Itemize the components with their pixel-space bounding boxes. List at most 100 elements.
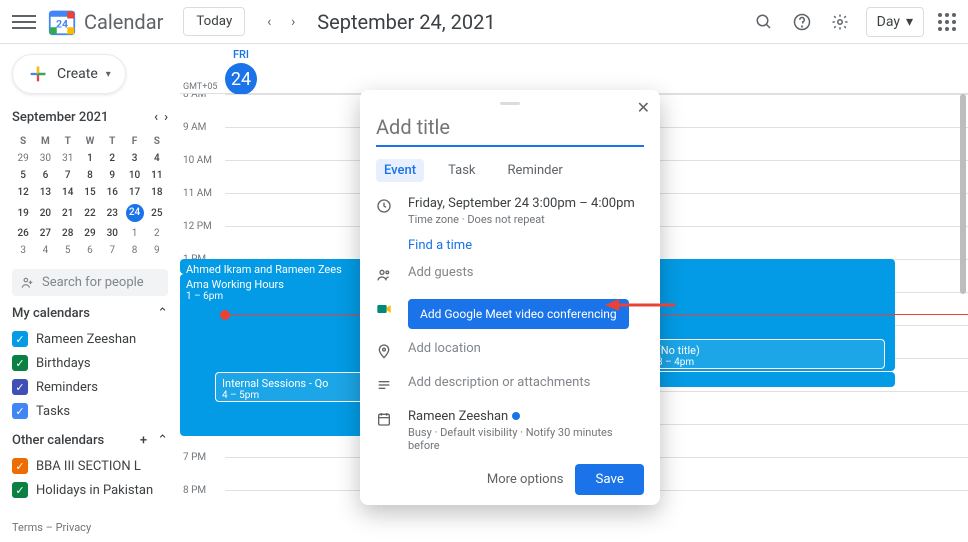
help-icon[interactable] xyxy=(790,10,814,34)
mini-cal-day[interactable]: 4 xyxy=(146,150,168,167)
mini-cal-day[interactable]: 9 xyxy=(101,167,123,184)
mini-cal-day[interactable]: 24 xyxy=(123,201,145,225)
calendar-item[interactable]: ✓ BBA III SECTION L xyxy=(12,454,168,478)
mini-cal-day[interactable]: 15 xyxy=(79,184,101,201)
mini-cal-day[interactable]: 7 xyxy=(101,242,123,259)
mini-cal-day[interactable]: 12 xyxy=(12,184,34,201)
mini-cal-day[interactable]: 28 xyxy=(57,225,79,242)
terms-link[interactable]: Terms xyxy=(12,521,43,534)
other-calendars-header[interactable]: Other calendars +⌃ xyxy=(12,433,168,448)
mini-cal-day[interactable]: 27 xyxy=(34,225,56,242)
mini-cal-day[interactable]: 3 xyxy=(12,242,34,259)
mini-cal-day[interactable]: 31 xyxy=(57,150,79,167)
mini-cal-day[interactable]: 5 xyxy=(12,167,34,184)
mini-cal-day[interactable]: 21 xyxy=(57,201,79,225)
mini-cal-day[interactable]: 30 xyxy=(34,150,56,167)
next-day-button[interactable]: › xyxy=(281,10,305,34)
prev-day-button[interactable]: ‹ xyxy=(257,10,281,34)
mini-cal-day[interactable]: 14 xyxy=(57,184,79,201)
mini-cal-day[interactable]: 1 xyxy=(79,150,101,167)
mini-cal-day[interactable]: 18 xyxy=(146,184,168,201)
tab-reminder[interactable]: Reminder xyxy=(500,159,571,182)
more-options-button[interactable]: More options xyxy=(487,472,564,487)
organizer-info[interactable]: Rameen Zeeshan Busy · Default visibility… xyxy=(408,409,644,452)
calendar-icon xyxy=(376,411,394,431)
calendar-event[interactable]: (No title)3 – 4pm xyxy=(650,339,885,369)
apps-icon[interactable] xyxy=(938,13,956,31)
timezone-label: GMT+05 xyxy=(183,82,217,92)
mini-cal-day[interactable]: 2 xyxy=(146,225,168,242)
add-description[interactable]: Add description or attachments xyxy=(408,375,590,390)
save-button[interactable]: Save xyxy=(575,464,644,495)
scrollbar[interactable] xyxy=(960,94,966,294)
mini-cal-day[interactable]: 26 xyxy=(12,225,34,242)
mini-cal-day[interactable]: 10 xyxy=(123,167,145,184)
mini-cal-day[interactable]: 6 xyxy=(34,167,56,184)
mini-cal-day[interactable]: 29 xyxy=(79,225,101,242)
mini-cal-day[interactable]: 13 xyxy=(34,184,56,201)
calendar-event[interactable] xyxy=(620,372,895,387)
mini-cal-day[interactable]: 7 xyxy=(57,167,79,184)
find-time-link[interactable]: Find a time xyxy=(408,238,644,253)
today-button[interactable]: Today xyxy=(183,7,245,36)
header-date: September 24, 2021 xyxy=(317,10,495,34)
calendar-item[interactable]: ✓ Holidays in Pakistan xyxy=(12,478,168,502)
view-selector[interactable]: Day▾ xyxy=(866,7,924,37)
mini-cal-day[interactable]: 23 xyxy=(101,201,123,225)
my-calendars-header[interactable]: My calendars⌃ xyxy=(12,306,168,321)
calendar-item[interactable]: ✓ Birthdays xyxy=(12,351,168,375)
mini-cal-day[interactable]: 25 xyxy=(146,201,168,225)
mini-prev-month[interactable]: ‹ xyxy=(154,110,158,125)
checkbox-icon[interactable]: ✓ xyxy=(12,379,28,395)
mini-cal-day[interactable]: 30 xyxy=(101,225,123,242)
search-people-input[interactable]: Search for people xyxy=(12,269,168,296)
tab-task[interactable]: Task xyxy=(440,159,483,182)
create-button[interactable]: Create ▾ xyxy=(12,54,126,94)
mini-cal-day[interactable]: 4 xyxy=(34,242,56,259)
drag-handle-icon[interactable] xyxy=(500,102,520,105)
chevron-up-icon: ⌃ xyxy=(157,306,168,321)
calendar-item[interactable]: ✓ Reminders xyxy=(12,375,168,399)
mini-cal-day[interactable]: 9 xyxy=(146,242,168,259)
mini-cal-day[interactable]: 20 xyxy=(34,201,56,225)
mini-cal-day[interactable]: 2 xyxy=(101,150,123,167)
checkbox-icon[interactable]: ✓ xyxy=(12,458,28,474)
add-guests[interactable]: Add guests xyxy=(408,265,473,280)
event-title-input[interactable] xyxy=(376,109,644,147)
header-bar: 24 Calendar Today ‹ › September 24, 2021… xyxy=(0,0,968,44)
mini-cal-day[interactable]: 8 xyxy=(123,242,145,259)
gear-icon[interactable] xyxy=(828,10,852,34)
mini-cal-day[interactable]: 22 xyxy=(79,201,101,225)
mini-cal-day[interactable]: 16 xyxy=(101,184,123,201)
mini-cal-day[interactable]: 11 xyxy=(146,167,168,184)
day-number[interactable]: 24 xyxy=(225,63,257,95)
checkbox-icon[interactable]: ✓ xyxy=(12,482,28,498)
checkbox-icon[interactable]: ✓ xyxy=(12,403,28,419)
checkbox-icon[interactable]: ✓ xyxy=(12,331,28,347)
event-time[interactable]: Friday, September 24 3:00pm – 4:00pm Tim… xyxy=(408,196,635,226)
mini-cal-day[interactable]: 19 xyxy=(12,201,34,225)
mini-cal-day[interactable]: 1 xyxy=(123,225,145,242)
mini-cal-day[interactable]: 17 xyxy=(123,184,145,201)
close-icon[interactable]: ✕ xyxy=(637,98,650,117)
mini-cal-day[interactable]: 5 xyxy=(57,242,79,259)
search-icon[interactable] xyxy=(752,10,776,34)
privacy-link[interactable]: Privacy xyxy=(56,521,92,534)
calendar-item[interactable]: ✓ Rameen Zeeshan xyxy=(12,327,168,351)
calendar-item[interactable]: ✓ Tasks xyxy=(12,399,168,423)
add-calendar-icon[interactable]: + xyxy=(140,433,147,448)
plus-icon xyxy=(27,63,49,85)
add-location[interactable]: Add location xyxy=(408,341,481,356)
mini-cal-day[interactable]: 29 xyxy=(12,150,34,167)
calendar-logo-icon: 24 xyxy=(48,8,76,36)
mini-cal-day[interactable]: 6 xyxy=(79,242,101,259)
checkbox-icon[interactable]: ✓ xyxy=(12,355,28,371)
mini-next-month[interactable]: › xyxy=(164,110,168,125)
mini-cal-day[interactable]: 8 xyxy=(79,167,101,184)
mini-calendar[interactable]: SMTWTFS293031123456789101112131415161718… xyxy=(12,133,168,259)
mini-cal-day[interactable]: 3 xyxy=(123,150,145,167)
menu-icon[interactable] xyxy=(12,10,36,34)
event-type-tabs: Event Task Reminder xyxy=(376,159,644,182)
add-meet-button[interactable]: Add Google Meet video conferencing xyxy=(408,299,629,329)
tab-event[interactable]: Event xyxy=(376,159,424,182)
